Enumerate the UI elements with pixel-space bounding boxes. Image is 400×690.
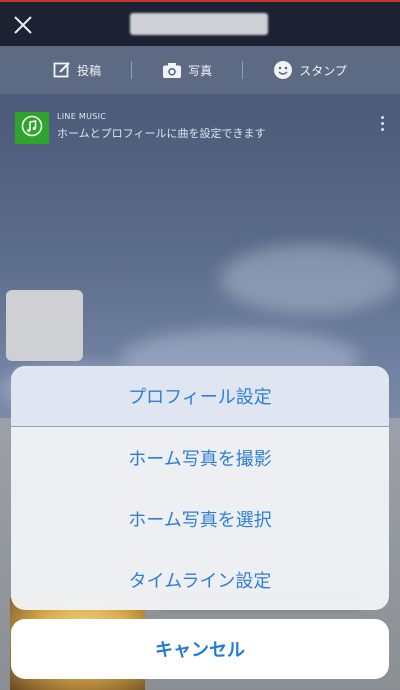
camera-icon (162, 62, 182, 79)
photo-button[interactable]: 写真 (132, 62, 242, 79)
profile-screen: 投稿 写真 スタンプ LINE MUSIC ホームとプロフィールに曲を設定できま… (0, 0, 400, 690)
choose-home-photo-option[interactable]: ホーム写真を選択 (11, 488, 389, 549)
profile-toolbar: 投稿 写真 スタンプ (0, 46, 400, 94)
line-music-badge[interactable] (15, 112, 49, 144)
action-sheet: プロフィール設定 ホーム写真を撮影 ホーム写真を選択 タイムライン設定 (11, 366, 389, 610)
stamp-button[interactable]: スタンプ (243, 60, 377, 80)
post-label: 投稿 (77, 63, 102, 78)
stamp-label: スタンプ (299, 63, 347, 78)
music-note-icon (21, 115, 43, 141)
nav-bar (0, 0, 400, 46)
post-button[interactable]: 投稿 (23, 61, 131, 79)
cloud-shape (220, 244, 400, 314)
cancel-button[interactable]: キャンセル (11, 619, 389, 679)
smiley-icon (273, 60, 293, 80)
profile-name-redacted (130, 13, 268, 35)
line-music-description[interactable]: ホームとプロフィールに曲を設定できます (57, 125, 265, 141)
more-options-icon[interactable] (380, 116, 386, 134)
compose-icon (53, 61, 71, 79)
profile-avatar[interactable] (6, 290, 83, 361)
take-home-photo-option[interactable]: ホーム写真を撮影 (11, 427, 389, 488)
photo-label: 写真 (188, 63, 213, 78)
line-music-title: LINE MUSIC (57, 112, 107, 121)
profile-settings-option[interactable]: プロフィール設定 (11, 366, 389, 427)
close-icon[interactable] (10, 12, 36, 38)
timeline-settings-option[interactable]: タイムライン設定 (11, 549, 389, 610)
